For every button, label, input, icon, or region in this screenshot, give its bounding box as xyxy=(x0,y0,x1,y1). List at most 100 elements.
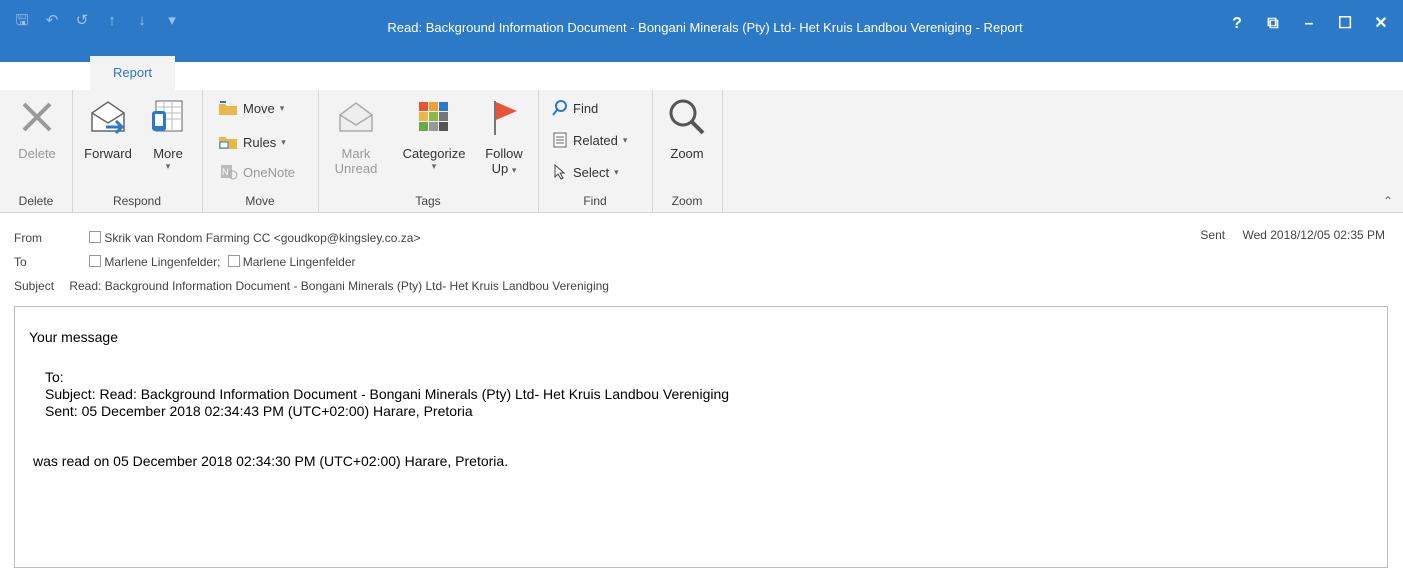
mark-unread-icon xyxy=(336,96,376,138)
group-find: Find Related ▾ Select ▾ Find xyxy=(538,90,653,212)
find-label: Find xyxy=(573,100,599,116)
to-recipient-2[interactable]: Marlene Lingenfelder xyxy=(243,255,356,269)
checkbox-icon[interactable] xyxy=(89,255,102,267)
forward-icon xyxy=(88,96,128,138)
more-respond-button[interactable]: More ▾ xyxy=(144,96,192,172)
up-label: Up xyxy=(491,161,509,176)
from-row: From Skrik van Rondom Farming CC <goudko… xyxy=(14,228,420,248)
chevron-down-icon: ▾ xyxy=(614,166,619,177)
move-button[interactable]: Move ▾ xyxy=(218,96,284,120)
delete-x-icon xyxy=(17,96,57,138)
down-icon[interactable]: ↓ xyxy=(130,10,154,32)
minimize-icon[interactable]: – xyxy=(1291,12,1327,36)
rules-button[interactable]: Rules ▾ xyxy=(218,130,286,154)
onenote-button[interactable]: N OneNote xyxy=(218,160,295,184)
onenote-label: OneNote xyxy=(243,164,296,180)
save-icon[interactable]: 🖫 xyxy=(10,10,34,32)
group-label-tags: Tags xyxy=(415,194,441,208)
delete-label: Delete xyxy=(18,146,56,161)
forward-button[interactable]: Forward xyxy=(80,96,136,161)
to-label: To xyxy=(14,255,27,269)
mark-label: Mark xyxy=(341,146,371,161)
from-value[interactable]: Skrik van Rondom Farming CC <goudkop@kin… xyxy=(104,231,420,245)
title-bar: 🖫 ↶ ↺ ↑ ↓ ▾ Read: Background Information… xyxy=(0,0,1403,90)
sent-row: Sent Wed 2018/12/05 02:35 PM xyxy=(1200,228,1385,242)
zoom-label: Zoom xyxy=(670,146,704,161)
flag-icon xyxy=(484,96,524,138)
group-delete: Delete Delete xyxy=(0,90,73,212)
categorize-icon xyxy=(414,96,454,138)
follow-up-button[interactable]: Follow Up ▾ xyxy=(476,96,532,176)
chevron-down-icon: ▾ xyxy=(511,165,517,175)
mark-unread-button[interactable]: Mark Unread xyxy=(330,96,382,176)
redo-icon[interactable]: ↺ xyxy=(70,10,94,32)
body-read-notice: was read on 05 December 2018 02:34:30 PM… xyxy=(33,453,509,469)
help-icon[interactable]: ? xyxy=(1219,12,1255,36)
body-subject: Subject: Read: Background Information Do… xyxy=(45,386,730,402)
close-icon[interactable]: ✕ xyxy=(1363,12,1399,36)
move-label: Move xyxy=(243,100,275,116)
forward-label: Forward xyxy=(84,146,132,161)
magnifier-icon xyxy=(667,96,707,138)
chevron-down-icon: ▾ xyxy=(622,134,628,145)
to-row: To Marlene Lingenfelder; Marlene Lingenf… xyxy=(14,252,356,272)
group-zoom: Zoom Zoom xyxy=(652,90,723,212)
restore-ribbon-icon[interactable]: ⧉ xyxy=(1255,12,1291,36)
follow-label: Follow xyxy=(485,146,523,161)
checkbox-icon[interactable] xyxy=(227,255,240,267)
up-label-row: Up ▾ xyxy=(492,161,517,176)
subject-row: Subject Read: Background Information Doc… xyxy=(14,276,609,296)
cursor-icon xyxy=(554,164,566,180)
group-move: Move ▾ Rules ▾ N OneNote Move xyxy=(202,90,319,212)
customize-icon[interactable]: ▾ xyxy=(160,10,184,32)
search-icon xyxy=(552,100,567,116)
tab-file[interactable]: File xyxy=(6,60,70,90)
group-respond: Forward More ▾ Respond xyxy=(72,90,203,212)
move-folder-icon xyxy=(219,101,237,115)
tab-report[interactable]: Report xyxy=(90,56,175,90)
ribbon: Delete Delete Forward More ▾ Respond Mov… xyxy=(0,90,1403,213)
message-header: From Skrik van Rondom Farming CC <goudko… xyxy=(0,214,1403,306)
body-sent: Sent: 05 December 2018 02:34:43 PM (UTC+… xyxy=(45,403,473,419)
group-label-respond: Respond xyxy=(112,194,162,208)
rules-label: Rules xyxy=(243,134,277,150)
collapse-ribbon-icon[interactable]: ⌃ xyxy=(1383,194,1393,208)
delete-button[interactable]: Delete xyxy=(12,96,62,161)
related-icon xyxy=(553,132,567,148)
body-to: To: xyxy=(45,369,64,385)
subject-value: Read: Background Information Document - … xyxy=(69,279,609,293)
categorize-label: Categorize xyxy=(402,146,466,161)
chevron-down-icon: ▾ xyxy=(281,136,286,147)
sent-label: Sent xyxy=(1200,228,1226,242)
find-button[interactable]: Find xyxy=(552,96,598,120)
rules-icon xyxy=(219,137,237,149)
from-label: From xyxy=(14,231,42,245)
group-label-find: Find xyxy=(583,194,607,208)
message-body[interactable]: Your message To: Subject: Read: Backgrou… xyxy=(14,306,1388,568)
group-label-move: Move xyxy=(245,194,275,208)
more-icon xyxy=(148,96,188,138)
window-controls: ? ⧉ – ☐ ✕ xyxy=(1219,12,1399,36)
quick-access-toolbar: 🖫 ↶ ↺ ↑ ↓ ▾ xyxy=(10,10,184,32)
svg-text:N: N xyxy=(222,167,229,177)
window-title: Read: Background Information Document - … xyxy=(387,20,1023,35)
onenote-icon: N xyxy=(221,165,238,180)
subject-label: Subject xyxy=(14,279,55,293)
related-button[interactable]: Related ▾ xyxy=(552,128,627,152)
select-label: Select xyxy=(573,164,610,180)
undo-icon[interactable]: ↶ xyxy=(40,10,64,32)
group-tags: Mark Unread Categorize ▾ Follow Up ▾ Tag… xyxy=(318,90,539,212)
group-label-zoom: Zoom xyxy=(671,194,703,208)
select-button[interactable]: Select ▾ xyxy=(552,160,619,184)
chevron-down-icon: ▾ xyxy=(431,161,437,171)
group-label-delete: Delete xyxy=(18,194,54,208)
chevron-down-icon: ▾ xyxy=(279,102,285,113)
maximize-icon[interactable]: ☐ xyxy=(1327,12,1363,36)
to-recipient-1[interactable]: Marlene Lingenfelder; xyxy=(104,255,220,269)
up-icon[interactable]: ↑ xyxy=(100,10,124,32)
categorize-button[interactable]: Categorize ▾ xyxy=(392,96,476,172)
zoom-button[interactable]: Zoom xyxy=(662,96,712,161)
more-label: More xyxy=(153,146,183,161)
checkbox-icon[interactable] xyxy=(89,231,102,243)
chevron-down-icon: ▾ xyxy=(165,161,171,171)
